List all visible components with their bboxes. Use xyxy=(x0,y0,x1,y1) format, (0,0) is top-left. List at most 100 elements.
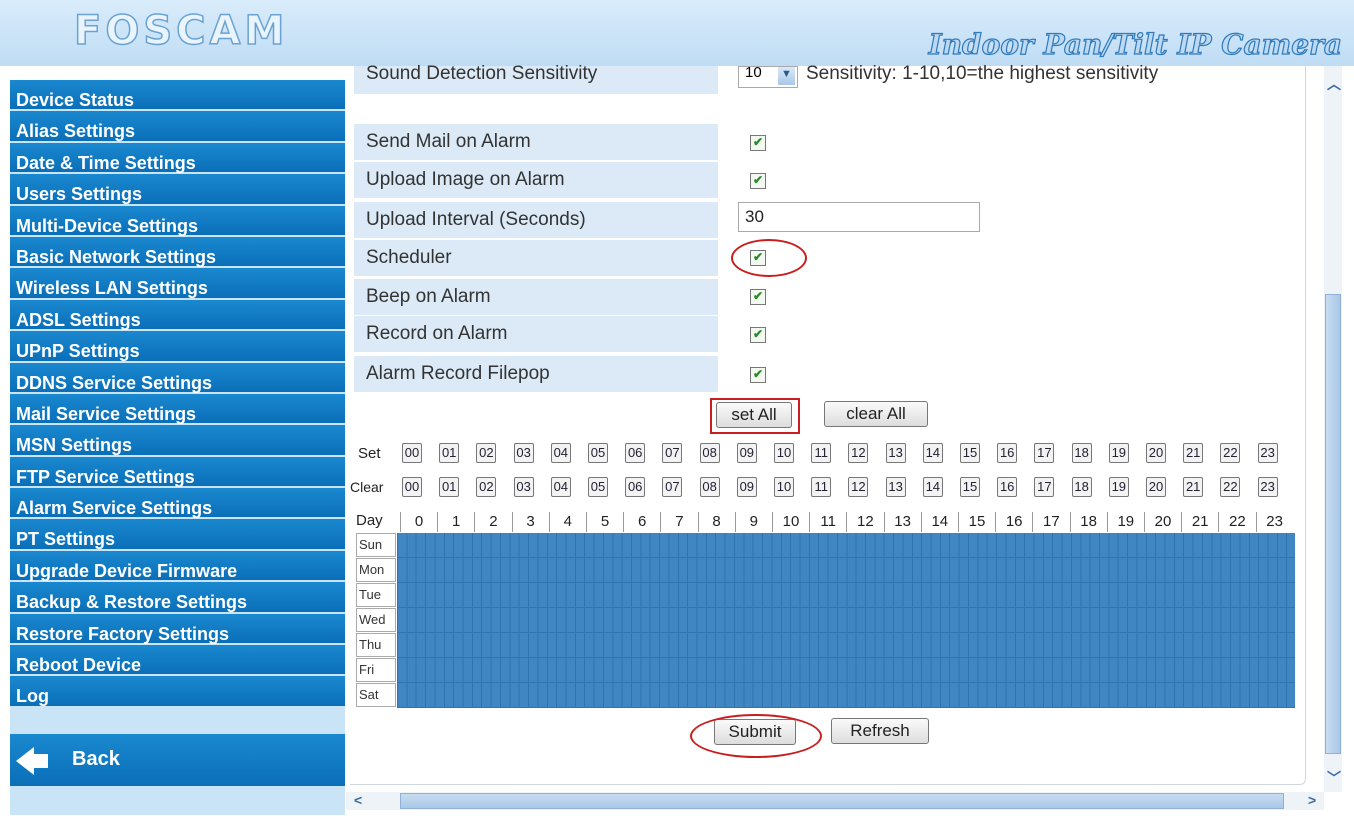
sidebar-item-alarm-service-settings[interactable]: Alarm Service Settings xyxy=(10,488,345,520)
day-label: Sun xyxy=(356,533,396,557)
clear-hour-button[interactable]: 11 xyxy=(811,477,832,497)
sidebar-item-restore-factory-settings[interactable]: Restore Factory Settings xyxy=(10,613,345,646)
clear-hour-button[interactable]: 21 xyxy=(1183,477,1204,497)
sidebar-item-ddns-service-settings[interactable]: DDNS Service Settings xyxy=(10,362,345,394)
sidebar-item-alias-settings[interactable]: Alias Settings xyxy=(10,111,345,143)
sidebar-item-pt-settings[interactable]: PT Settings xyxy=(10,519,345,551)
clear-hour-button[interactable]: 17 xyxy=(1034,477,1055,497)
sidebar-item-upgrade-device-firmware[interactable]: Upgrade Device Firmware xyxy=(10,550,345,583)
clear-hour-button[interactable]: 00 xyxy=(402,477,422,497)
sidebar-item-label: Device Status xyxy=(16,90,135,110)
upload-image-checkbox[interactable]: ✔ xyxy=(750,173,766,189)
set-hour-button[interactable]: 23 xyxy=(1257,443,1278,463)
sidebar-item-ftp-service-settings[interactable]: FTP Service Settings xyxy=(10,456,345,489)
refresh-button[interactable]: Refresh xyxy=(831,718,929,744)
set-hour-button[interactable]: 05 xyxy=(588,443,608,463)
clear-hour-button[interactable]: 20 xyxy=(1146,477,1166,497)
sidebar-item-users-settings[interactable]: Users Settings xyxy=(10,174,345,206)
set-hour-button[interactable]: 13 xyxy=(885,443,906,463)
clear-hour-button[interactable]: 03 xyxy=(513,477,534,497)
hour-header: 23 xyxy=(1255,512,1293,532)
set-hour-button[interactable]: 08 xyxy=(699,443,720,463)
set-hour-button[interactable]: 20 xyxy=(1146,443,1166,463)
clear-hour-button[interactable]: 08 xyxy=(699,477,720,497)
sidebar-item-date-time-settings[interactable]: Date & Time Settings xyxy=(10,142,345,175)
sidebar-item-mail-service-settings[interactable]: Mail Service Settings xyxy=(10,393,345,426)
clear-hour-button[interactable]: 01 xyxy=(439,477,460,497)
sidebar: Device Status Alias Settings Date & Time S… xyxy=(10,80,345,815)
scroll-down-icon[interactable]: ﹀ xyxy=(1327,768,1341,788)
clear-hour-button[interactable]: 14 xyxy=(922,477,943,497)
upload-interval-input[interactable]: 30 xyxy=(738,202,980,232)
vertical-scrollbar[interactable]: ︿ ﹀ xyxy=(1324,66,1342,792)
sidebar-item-upnp-settings[interactable]: UPnP Settings xyxy=(10,331,345,363)
sidebar-item-multi-device-settings[interactable]: Multi-Device Settings xyxy=(10,205,345,237)
clear-hour-button[interactable]: 09 xyxy=(736,477,757,497)
beep-checkbox[interactable]: ✔ xyxy=(750,289,766,305)
clear-hour-button[interactable]: 22 xyxy=(1220,477,1241,497)
set-hour-button[interactable]: 09 xyxy=(736,443,757,463)
set-hour-button[interactable]: 01 xyxy=(439,443,460,463)
set-hour-button[interactable]: 19 xyxy=(1108,443,1129,463)
clear-hour-button[interactable]: 13 xyxy=(885,477,906,497)
set-hour-button[interactable]: 00 xyxy=(402,443,422,463)
upload-image-row: Upload Image on Alarm xyxy=(354,162,718,198)
set-hour-button[interactable]: 18 xyxy=(1071,443,1092,463)
clear-hour-button[interactable]: 16 xyxy=(997,477,1018,497)
sidebar-item-label: Date & Time Settings xyxy=(16,152,196,173)
upload-image-label: Upload Image on Alarm xyxy=(366,169,565,190)
clear-hour-button[interactable]: 23 xyxy=(1257,477,1278,497)
schedule-grid[interactable] xyxy=(397,533,1295,708)
sidebar-item-basic-network-settings[interactable]: Basic Network Settings xyxy=(10,236,345,269)
sound-sensitivity-select[interactable]: 10 ▼ xyxy=(738,65,798,88)
set-hour-button[interactable]: 06 xyxy=(625,443,646,463)
filepop-checkbox[interactable]: ✔ xyxy=(750,367,766,383)
hour-header: 3 xyxy=(511,512,549,532)
clear-all-button[interactable]: clear All xyxy=(824,401,928,427)
horizontal-scroll-thumb[interactable] xyxy=(400,793,1284,809)
set-hour-button[interactable]: 03 xyxy=(513,443,534,463)
hour-header: 4 xyxy=(548,512,586,532)
set-hour-button[interactable]: 04 xyxy=(550,443,571,463)
send-mail-checkbox[interactable]: ✔ xyxy=(750,135,766,151)
set-hour-button[interactable]: 21 xyxy=(1183,443,1204,463)
set-hour-button[interactable]: 17 xyxy=(1034,443,1055,463)
clear-hour-button[interactable]: 07 xyxy=(662,477,683,497)
sidebar-item-wireless-lan-settings[interactable]: Wireless LAN Settings xyxy=(10,268,345,300)
back-button[interactable]: Back xyxy=(10,734,345,786)
clear-hour-button[interactable]: 06 xyxy=(625,477,646,497)
set-hour-button[interactable]: 10 xyxy=(774,443,794,463)
vertical-scroll-thumb[interactable] xyxy=(1325,294,1341,754)
sidebar-item-reboot-device[interactable]: Reboot Device xyxy=(10,645,345,677)
set-hour-button[interactable]: 22 xyxy=(1220,443,1241,463)
scroll-right-icon[interactable]: > xyxy=(1308,792,1316,808)
set-hour-button[interactable]: 11 xyxy=(811,443,832,463)
clear-hour-button[interactable]: 02 xyxy=(476,477,497,497)
set-hour-button[interactable]: 14 xyxy=(922,443,943,463)
sidebar-item-device-status[interactable]: Device Status xyxy=(10,80,345,112)
clear-hour-button[interactable]: 05 xyxy=(588,477,608,497)
sidebar-item-label: Users Settings xyxy=(16,184,143,205)
sidebar-item-backup-restore-settings[interactable]: Backup & Restore Settings xyxy=(10,582,345,614)
day-label: Sat xyxy=(356,683,396,707)
record-checkbox[interactable]: ✔ xyxy=(750,327,766,343)
clear-hour-button[interactable]: 04 xyxy=(550,477,571,497)
sidebar-item-log[interactable]: Log xyxy=(10,676,345,708)
clear-hour-button[interactable]: 10 xyxy=(774,477,794,497)
scroll-left-icon[interactable]: < xyxy=(354,792,362,808)
back-label: Back xyxy=(72,748,120,770)
clear-hour-button[interactable]: 18 xyxy=(1071,477,1092,497)
horizontal-scrollbar[interactable]: < > xyxy=(346,792,1324,810)
set-hour-button[interactable]: 02 xyxy=(476,443,497,463)
clear-hour-button[interactable]: 19 xyxy=(1108,477,1129,497)
set-hour-button[interactable]: 07 xyxy=(662,443,683,463)
day-label: Fri xyxy=(356,658,396,682)
set-hour-button[interactable]: 16 xyxy=(997,443,1018,463)
set-hour-button[interactable]: 12 xyxy=(848,443,869,463)
scroll-up-icon[interactable]: ︿ xyxy=(1327,74,1341,94)
clear-hour-button[interactable]: 12 xyxy=(848,477,869,497)
clear-hour-button[interactable]: 15 xyxy=(960,477,980,497)
set-hour-button[interactable]: 15 xyxy=(960,443,980,463)
sidebar-item-adsl-settings[interactable]: ADSL Settings xyxy=(10,299,345,332)
sidebar-item-msn-settings[interactable]: MSN Settings xyxy=(10,425,345,457)
